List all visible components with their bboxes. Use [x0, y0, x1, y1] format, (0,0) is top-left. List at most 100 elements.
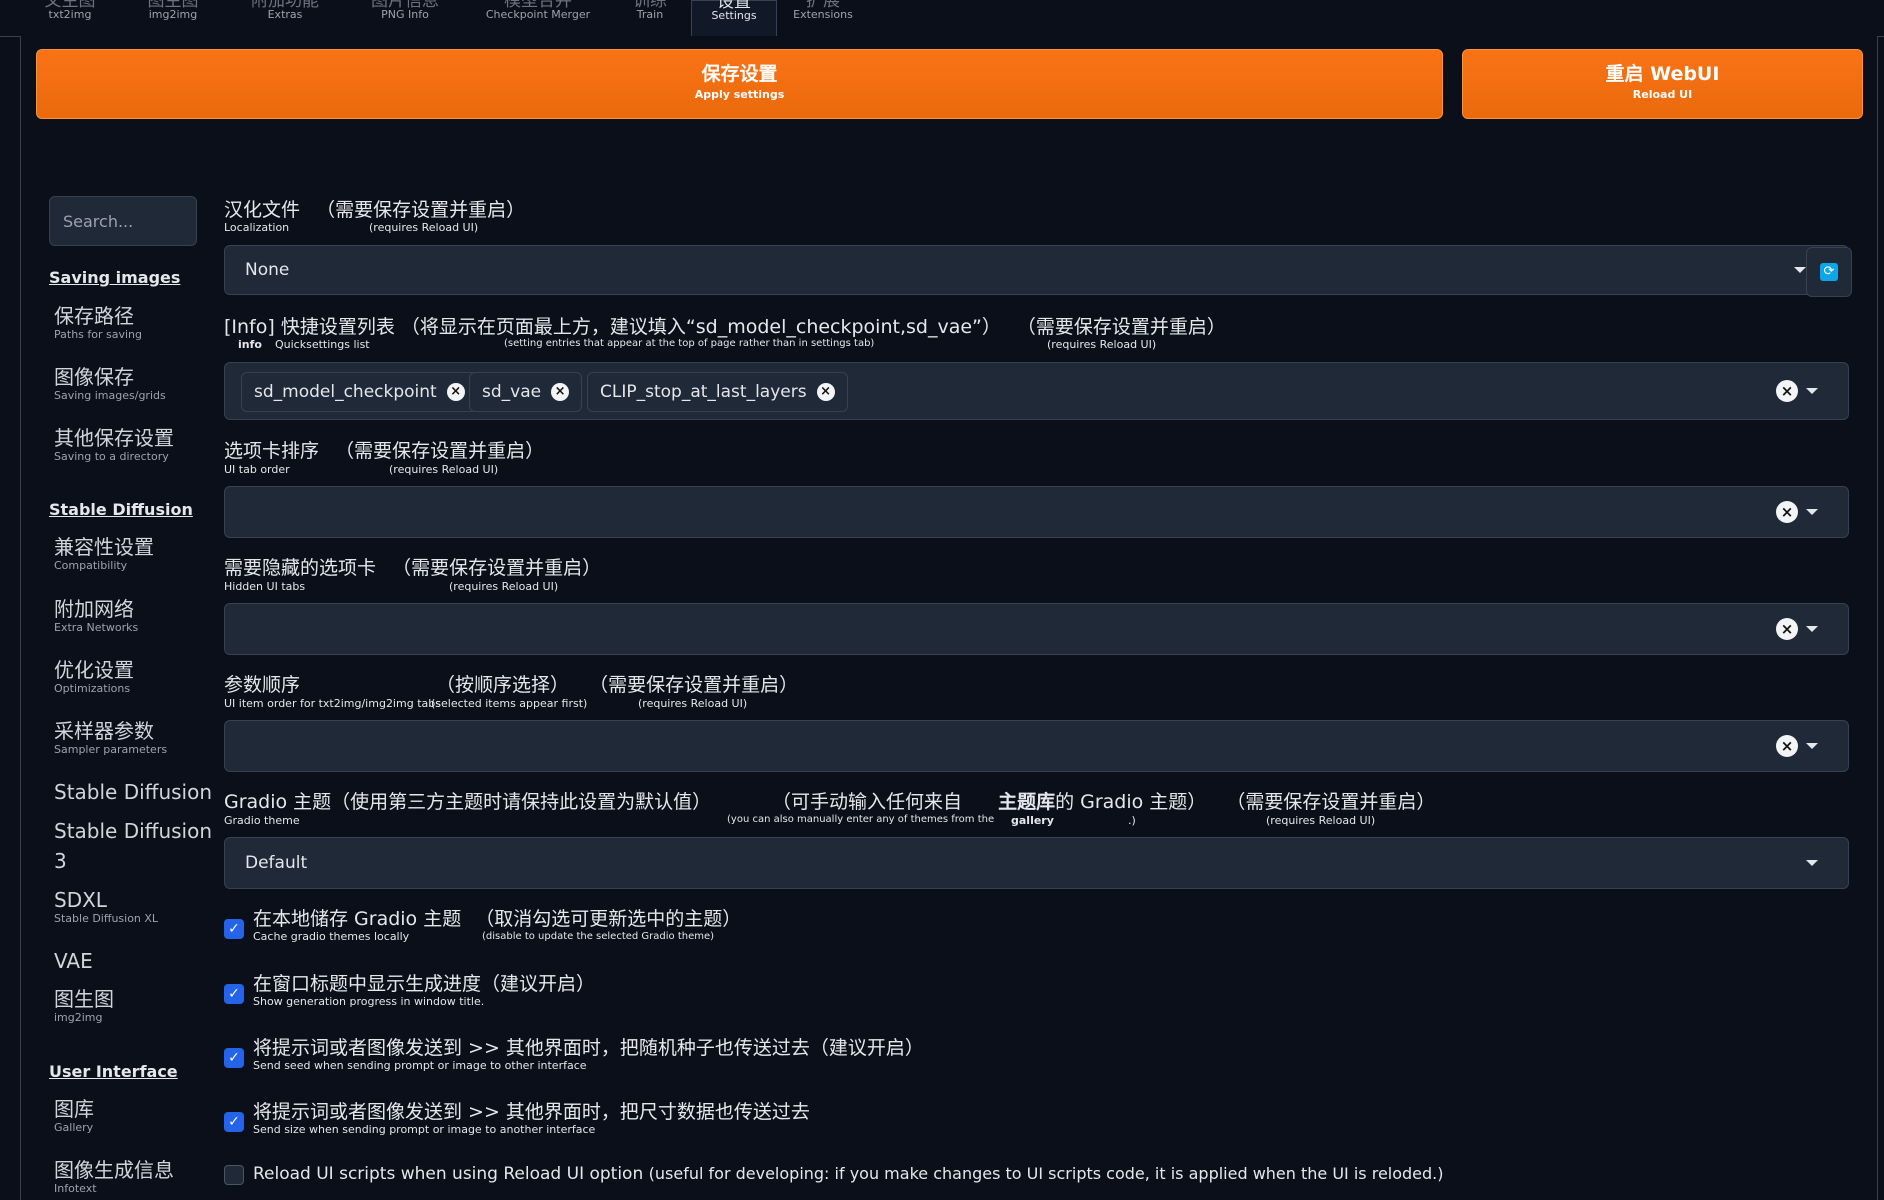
nav-item-paths-zh: 保存路径	[54, 304, 134, 328]
theme-dropdown[interactable]: Default	[224, 837, 1849, 889]
tab-extensions[interactable]: 扩展 Extensions	[783, 0, 863, 36]
refresh-icon: ⟳	[1820, 263, 1838, 281]
remove-chip-icon[interactable]: ×	[816, 383, 835, 401]
apply-settings-button[interactable]: 保存设置 Apply settings	[36, 49, 1443, 119]
theme-note: （可手动输入任何来自	[772, 791, 963, 813]
progress-title-checkbox[interactable]: ✓	[224, 984, 244, 1004]
chevron-down-icon[interactable]	[1806, 743, 1818, 749]
nav-item-saving-directory[interactable]: 其他保存设置 Saving to a directory	[54, 426, 174, 464]
nav-item-sampler-parameters[interactable]: 采样器参数 Sampler parameters	[54, 719, 167, 757]
reload-scripts-checkbox[interactable]	[224, 1165, 244, 1185]
cache-themes-checkbox[interactable]: ✓	[224, 919, 244, 939]
tab-txt2img[interactable]: 文生图 txt2img	[30, 0, 110, 36]
cache-themes-note: （取消勾选可更新选中的主题）	[475, 908, 742, 930]
tab-img2img[interactable]: 图生图 img2img	[133, 0, 213, 36]
progress-title-label: 在窗口标题中显示生成进度（建议开启）	[253, 973, 596, 995]
tab-settings-en: Settings	[711, 9, 757, 22]
quicksettings-en-note: (setting entries that appear at the top …	[504, 338, 875, 349]
tab-extras-en: Extras	[267, 8, 303, 21]
nav-item-saving-images-zh: 图像保存	[54, 365, 134, 389]
hidden-tabs-multiselect[interactable]: ×	[224, 603, 1849, 655]
chevron-down-icon[interactable]	[1806, 626, 1818, 632]
apply-settings-sublabel: Apply settings	[694, 88, 785, 101]
localization-en-label: Localization	[224, 221, 290, 234]
theme-note-b: 的 Gradio 主题）	[1055, 791, 1207, 813]
remove-chip-icon[interactable]: ×	[551, 383, 570, 401]
tab-order-title: 选项卡排序	[224, 440, 320, 462]
quicksettings-en-note2: (requires Reload UI)	[1047, 338, 1157, 351]
localization-dropdown[interactable]: None	[224, 245, 1849, 295]
clear-all-icon[interactable]: ×	[1776, 380, 1798, 402]
cache-themes-title: 在本地储存 Gradio 主题	[253, 908, 462, 930]
send-size-label: 将提示词或者图像发送到 >> 其他界面时，把尺寸数据也传送过去	[253, 1101, 810, 1123]
clear-all-icon[interactable]: ×	[1776, 735, 1798, 757]
nav-item-compatibility[interactable]: 兼容性设置 Compatibility	[54, 535, 154, 573]
cache-themes-en: Cache gradio themes locally	[253, 930, 410, 943]
clear-all-icon[interactable]: ×	[1776, 618, 1798, 640]
nav-section-stable-diffusion[interactable]: Stable Diffusion	[49, 500, 193, 519]
tab-settings[interactable]: 设置 Settings	[691, 0, 777, 38]
nav-item-optimizations[interactable]: 优化设置 Optimizations	[54, 658, 134, 696]
nav-item-sdxl-en: Stable Diffusion XL	[54, 912, 159, 925]
clear-all-icon[interactable]: ×	[1776, 501, 1798, 523]
nav-item-compatibility-en: Compatibility	[54, 559, 128, 572]
reload-scripts-note: (useful for developing: if you make chan…	[648, 1164, 1444, 1183]
hidden-tabs-title: 需要隐藏的选项卡	[224, 557, 377, 579]
tab-png-info[interactable]: 图片信息 PNG Info	[360, 0, 450, 36]
quicksettings-label: [Info] 快捷设置列表 （将显示在页面最上方，建议填入“sd_model_c…	[224, 312, 1226, 339]
nav-item-infotext-en: Infotext	[54, 1182, 97, 1195]
nav-section-user-interface[interactable]: User Interface	[49, 1062, 178, 1081]
tab-train[interactable]: 训练 Train	[620, 0, 680, 36]
settings-search-input[interactable]: Search...	[49, 196, 197, 246]
tab-png-info-en: PNG Info	[381, 8, 429, 21]
localization-title: 汉化文件	[224, 199, 301, 221]
tab-order-en-label: UI tab order	[224, 463, 290, 476]
chevron-down-icon[interactable]	[1806, 509, 1818, 515]
nav-item-infotext[interactable]: 图像生成信息 Infotext	[54, 1158, 174, 1196]
nav-item-saving-directory-zh: 其他保存设置	[54, 426, 174, 450]
item-order-multiselect[interactable]: ×	[224, 720, 1849, 772]
tab-checkpoint-merger[interactable]: 模型合并 Checkpoint Merger	[480, 0, 596, 36]
nav-item-saving-images-en: Saving images/grids	[54, 389, 166, 402]
tab-order-label: 选项卡排序 （需要保存设置并重启）	[224, 436, 544, 463]
nav-item-stable-diffusion-3[interactable]: Stable Diffusion 3	[54, 819, 212, 873]
quicksettings-multiselect[interactable]: sd_model_checkpoint × sd_vae × CLIP_stop_a…	[224, 362, 1849, 420]
cache-themes-label: 在本地储存 Gradio 主题 （取消勾选可更新选中的主题）	[253, 904, 741, 931]
reload-ui-button[interactable]: 重启 WebUI Reload UI	[1462, 49, 1863, 119]
hidden-tabs-en-note: (requires Reload UI)	[449, 580, 559, 593]
nav-item-sdxl[interactable]: SDXL Stable Diffusion XL	[54, 888, 158, 926]
tab-img2img-en: img2img	[148, 8, 198, 21]
send-size-checkbox[interactable]: ✓	[224, 1112, 244, 1132]
item-order-en-note: (selected items appear first)	[431, 697, 588, 710]
theme-note2: （需要保存设置并重启）	[1226, 791, 1436, 813]
nav-item-paths[interactable]: 保存路径 Paths for saving	[54, 304, 142, 342]
send-seed-checkbox[interactable]: ✓	[224, 1048, 244, 1068]
nav-item-gallery-en: Gallery	[54, 1121, 94, 1134]
chip-sd-vae-label: sd_vae	[482, 382, 542, 402]
nav-item-vae[interactable]: VAE	[54, 949, 93, 973]
hidden-tabs-label: 需要隐藏的选项卡 （需要保存设置并重启）	[224, 553, 601, 580]
chip-clip-stop-label: CLIP_stop_at_last_layers	[600, 382, 807, 402]
nav-item-extra-networks[interactable]: 附加网络 Extra Networks	[54, 597, 138, 635]
item-order-title: 参数顺序	[224, 674, 301, 696]
theme-gallery-link[interactable]: gallery	[1011, 814, 1054, 827]
chip-sd-vae[interactable]: sd_vae ×	[469, 372, 583, 412]
nav-section-saving-images[interactable]: Saving images	[49, 268, 180, 287]
theme-en-note: (you can also manually enter any of them…	[727, 814, 995, 825]
nav-item-extra-networks-en: Extra Networks	[54, 621, 139, 634]
chevron-down-icon[interactable]	[1806, 388, 1818, 394]
hidden-tabs-note: （需要保存设置并重启）	[392, 557, 602, 579]
search-placeholder: Search...	[63, 212, 134, 231]
nav-item-saving-images[interactable]: 图像保存 Saving images/grids	[54, 365, 166, 403]
chip-clip-stop[interactable]: CLIP_stop_at_last_layers ×	[587, 372, 848, 412]
tab-order-multiselect[interactable]: ×	[224, 486, 1849, 538]
item-order-note2: （需要保存设置并重启）	[589, 674, 799, 696]
remove-chip-icon[interactable]: ×	[446, 383, 465, 401]
refresh-localization-button[interactable]: ⟳	[1806, 247, 1852, 297]
nav-item-img2img[interactable]: 图生图 img2img	[54, 987, 114, 1025]
tab-extras[interactable]: 附加功能 Extras	[240, 0, 330, 36]
nav-item-gallery[interactable]: 图库 Gallery	[54, 1097, 94, 1135]
chip-sd-model-checkpoint[interactable]: sd_model_checkpoint ×	[241, 372, 478, 412]
nav-item-img2img-zh: 图生图	[54, 987, 114, 1011]
nav-item-stable-diffusion[interactable]: Stable Diffusion	[54, 780, 212, 804]
